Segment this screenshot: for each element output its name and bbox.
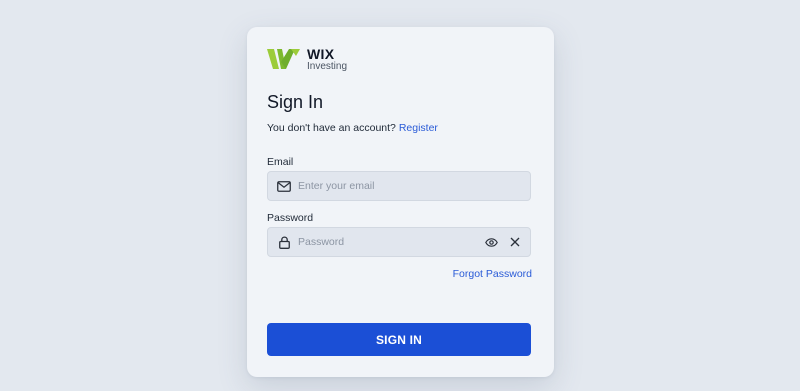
password-field-container: [267, 227, 531, 257]
close-icon[interactable]: [508, 235, 522, 249]
forgot-password-link[interactable]: Forgot Password: [453, 268, 532, 280]
envelope-icon: [277, 179, 291, 193]
page-title: Sign In: [267, 92, 324, 112]
password-label: Password: [267, 212, 314, 224]
wix-logo-icon: [267, 49, 300, 69]
sign-in-button[interactable]: SIGN IN: [267, 323, 531, 356]
signin-card: WIX Investing Sign In You don't have an …: [247, 27, 554, 377]
register-row: You don't have an account? Register: [267, 122, 438, 134]
eye-icon[interactable]: [484, 235, 498, 249]
email-label: Email: [267, 156, 294, 168]
password-field[interactable]: [296, 228, 484, 256]
email-field[interactable]: [296, 172, 530, 200]
brand-text: WIX Investing: [307, 47, 347, 72]
email-field-container: [267, 171, 531, 201]
lock-icon: [277, 235, 291, 249]
brand-subtitle: Investing: [307, 60, 348, 72]
register-link[interactable]: Register: [399, 122, 438, 134]
register-prompt: You don't have an account?: [267, 122, 396, 134]
brand-name: WIX: [307, 45, 335, 62]
brand: WIX Investing: [267, 47, 347, 71]
